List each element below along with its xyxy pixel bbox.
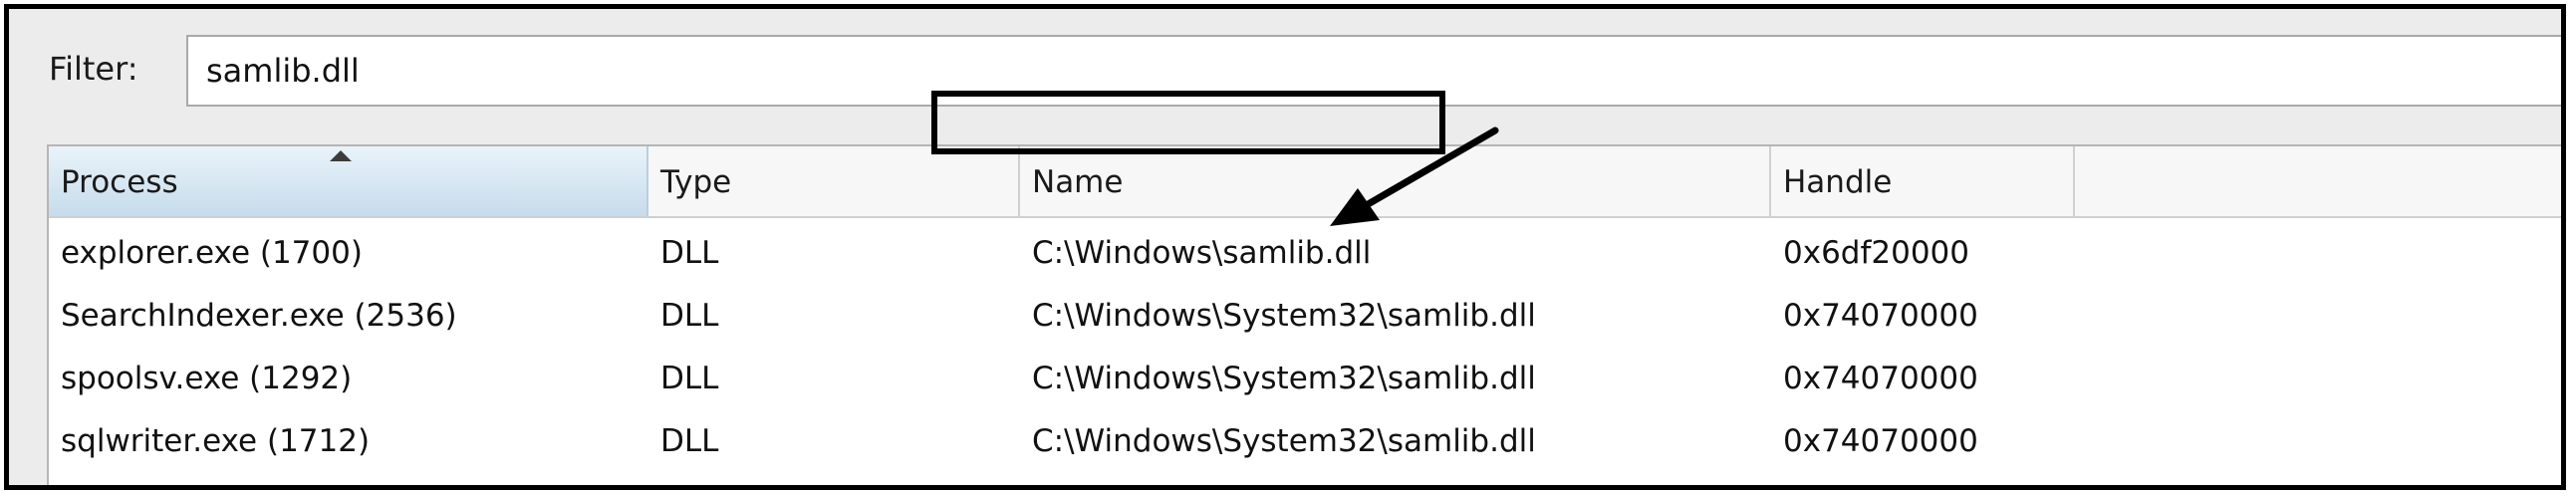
cell-process: SearchIndexer.exe (2536) bbox=[61, 298, 457, 334]
cell-process: sqlwriter.exe (1712) bbox=[61, 423, 371, 459]
table-row[interactable]: SearchIndexer.exe (2536) DLL C:\Windows\… bbox=[49, 285, 2561, 348]
cell-type: DLL bbox=[660, 298, 719, 334]
cell-handle: 0x6df20000 bbox=[1783, 235, 1969, 271]
column-header-empty bbox=[2075, 146, 2561, 218]
cell-handle: 0x74070000 bbox=[1783, 423, 1978, 459]
arrow-icon bbox=[1330, 126, 1499, 226]
table-row[interactable]: spoolsv.exe (1292) DLL C:\Windows\System… bbox=[49, 348, 2561, 410]
column-header-process[interactable]: Process bbox=[49, 146, 648, 218]
cell-handle: 0x74070000 bbox=[1783, 361, 1978, 396]
table-header: Process Type Name Handle bbox=[49, 146, 2561, 218]
filter-label: Filter: bbox=[49, 50, 138, 88]
table-row[interactable]: explorer.exe (1700) DLL C:\Windows\samli… bbox=[49, 222, 2561, 285]
cell-name: C:\Windows\System32\samlib.dll bbox=[1032, 361, 1536, 396]
cell-handle: 0x74070000 bbox=[1783, 298, 1978, 334]
cell-name: C:\Windows\System32\samlib.dll bbox=[1032, 423, 1536, 459]
column-header-process-label: Process bbox=[61, 164, 178, 200]
cell-type: DLL bbox=[660, 423, 719, 459]
table-row[interactable]: sqlwriter.exe (1712) DLL C:\Windows\Syst… bbox=[49, 410, 2561, 473]
column-header-type[interactable]: Type bbox=[648, 146, 1020, 218]
cell-process: spoolsv.exe (1292) bbox=[61, 361, 353, 396]
find-handles-dll-window: Filter: Process Type Name Handle expl bbox=[4, 4, 2566, 490]
results-table: Process Type Name Handle explorer.exe (1… bbox=[47, 144, 2561, 485]
column-header-handle[interactable]: Handle bbox=[1771, 146, 2075, 218]
table-rows: explorer.exe (1700) DLL C:\Windows\samli… bbox=[49, 222, 2561, 473]
column-header-handle-label: Handle bbox=[1783, 164, 1893, 200]
cell-type: DLL bbox=[660, 235, 719, 271]
cell-name: C:\Windows\System32\samlib.dll bbox=[1032, 298, 1536, 334]
column-header-name-label: Name bbox=[1032, 164, 1124, 200]
cell-type: DLL bbox=[660, 361, 719, 396]
column-header-type-label: Type bbox=[660, 164, 732, 200]
sort-ascending-icon bbox=[330, 150, 352, 161]
cell-name: C:\Windows\samlib.dll bbox=[1032, 235, 1372, 271]
cell-process: explorer.exe (1700) bbox=[61, 235, 363, 271]
